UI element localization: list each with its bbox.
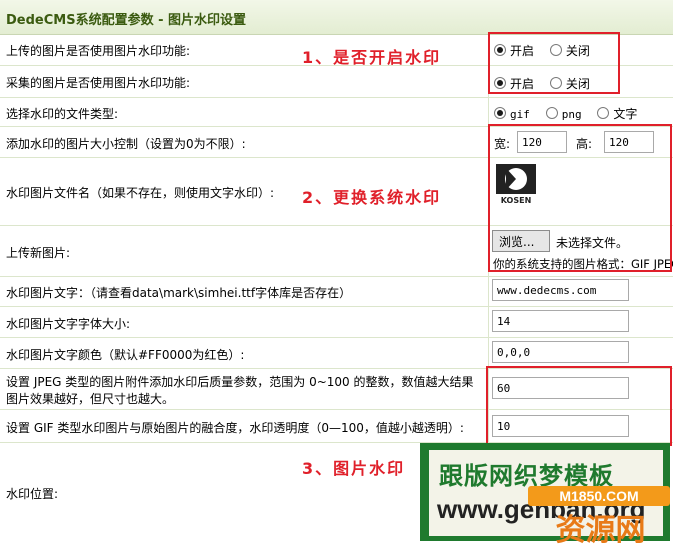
column-divider (488, 307, 489, 337)
annotation-box-2 (488, 124, 672, 272)
row-wm-text: 水印图片文字：（请查看data\mark\simhei.ttf字体库是否存在） … (0, 277, 673, 307)
upload-new-label: 上传新图片: (6, 246, 71, 260)
wm-font-size-label: 水印图片文字字体大小: (6, 317, 131, 331)
file-type-options: gif png 文字 (494, 105, 649, 122)
brand-text: 资源网 (555, 513, 646, 548)
column-divider (488, 277, 489, 306)
annotation-box-3 (486, 366, 672, 446)
radio-off-icon[interactable] (597, 107, 610, 119)
file-type-gif[interactable]: gif (494, 107, 530, 121)
jpeg-quality-label-1: 设置 JPEG 类型的图片附件添加水印后质量参数，范围为 0~100 的整数，数… (6, 375, 474, 389)
radio-on-icon[interactable] (494, 107, 506, 119)
annotation-text-1: 1、是否开启水印 (302, 48, 442, 67)
wm-text-label: 水印图片文字：（请查看data\mark\simhei.ttf字体库是否存在） (6, 286, 352, 300)
wm-file-label: 水印图片文件名（如果不存在，则使用文字水印）: (6, 186, 275, 200)
page-header: DedeCMS系统配置参数 - 图片水印设置 (0, 0, 673, 35)
wm-font-size-input[interactable]: 14 (492, 310, 629, 332)
column-divider (488, 338, 489, 368)
gif-blend-label: 设置 GIF 类型水印图片与原始图片的融合度，水印透明度（0—100，值越小越透… (6, 421, 464, 435)
wm-color-input[interactable]: 0,0,0 (492, 341, 629, 363)
wm-text-input[interactable]: www.dedecms.com (492, 279, 629, 301)
file-type-label: 选择水印的文件类型: (6, 107, 119, 121)
annotation-text-3: 3、图片水印 (302, 459, 406, 478)
wm-color-label: 水印图片文字颜色（默认#FF0000为红色）: (6, 348, 245, 362)
row-wm-font-size: 水印图片文字字体大小: 14 (0, 307, 673, 338)
page-title: DedeCMS系统配置参数 - 图片水印设置 (6, 13, 247, 28)
wm-position-label: 水印位置: (6, 487, 59, 501)
column-divider (488, 98, 489, 126)
row-file-type: 选择水印的文件类型: gif png 文字 (0, 98, 673, 127)
file-type-png[interactable]: png (545, 107, 582, 121)
m1850-badge: M1850.COM (528, 486, 670, 506)
size-limit-label: 添加水印的图片大小控制（设置为0为不限）: (6, 137, 246, 151)
file-type-text[interactable]: 文字 (597, 107, 637, 121)
collect-watermark-label: 采集的图片是否使用图片水印功能: (6, 76, 191, 90)
radio-off-icon[interactable] (545, 107, 558, 119)
upload-watermark-label: 上传的图片是否使用图片水印功能: (6, 44, 191, 58)
jpeg-quality-label-2: 图片效果越好，但尺寸也越大。 (6, 392, 175, 406)
annotation-text-2: 2、更换系统水印 (302, 188, 442, 207)
row-wm-color: 水印图片文字颜色（默认#FF0000为红色）: 0,0,0 (0, 338, 673, 369)
annotation-box-1 (488, 32, 620, 94)
